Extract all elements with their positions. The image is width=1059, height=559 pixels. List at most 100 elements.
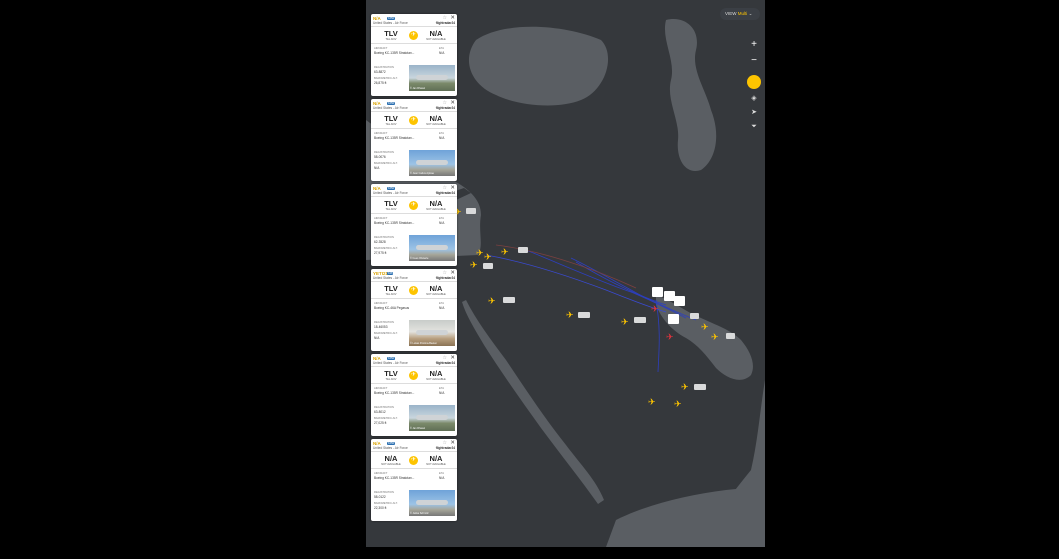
aircraft-value: Boeing KC-135R Stratotan... (374, 51, 415, 55)
route: TLV TEL AVIV ✈ N/A NOT AVAILABLE (371, 366, 457, 384)
aircraft-value: Boeing KC-135R Stratotan... (374, 476, 415, 480)
aircraft-label: AIRCRAFT (374, 47, 388, 50)
aircraft-icon[interactable]: ✈ (674, 400, 682, 410)
registration-label: REGISTRATION (374, 66, 394, 69)
flight-card[interactable]: N/A K35R United States - Air Force fligh… (371, 184, 457, 266)
photo-credit: © Jukka Schmitz (410, 512, 429, 515)
registration-value: 63-8872 (374, 70, 386, 74)
route: TLV TEL AVIV ✈ N/A NOT AVAILABLE (371, 196, 457, 214)
flight-card[interactable]: N/A K35R United States - Air Force fligh… (371, 354, 457, 436)
close-icon[interactable]: ✕ (450, 270, 455, 276)
flight-card[interactable]: N/A K35R United States - Air Force fligh… (371, 99, 457, 181)
flight-card[interactable]: N/A K35R United States - Air Force fligh… (371, 439, 457, 521)
navigation-icon[interactable]: ➤ (749, 108, 759, 118)
star-icon[interactable]: ☆ (443, 185, 447, 191)
aircraft-photo[interactable]: © Jukka Schmitz (409, 490, 455, 516)
aircraft-label: AIRCRAFT (374, 217, 388, 220)
aircraft-icon[interactable]: ✈ (566, 311, 574, 321)
registration-label: REGISTRATION (374, 406, 394, 409)
aircraft-value: Boeing KC-46A Pegasus (374, 306, 410, 310)
destination: N/A NOT AVAILABLE (426, 199, 446, 211)
aircraft-icon[interactable]: ✈ (470, 261, 478, 271)
aircraft-silhouette (416, 500, 448, 505)
star-icon[interactable]: ☆ (443, 270, 447, 276)
star-icon[interactable]: ☆ (443, 100, 447, 106)
aircraft-icon[interactable]: ✈ (621, 318, 629, 328)
close-icon[interactable]: ✕ (450, 355, 455, 361)
plane-arrow-icon: ✈ (409, 286, 418, 295)
brand-logo: flightradar24 (435, 446, 455, 450)
origin: TLV TEL AVIV (384, 284, 398, 296)
close-icon[interactable]: ✕ (450, 185, 455, 191)
aircraft-photo[interactable]: © Lukas Postma-Beelen (409, 320, 455, 346)
brand-logo: flightradar24 (435, 106, 455, 110)
altitude-label: BAROMETRIC ALT. (374, 247, 398, 250)
aircraft-value: Boeing KC-135R Stratotan... (374, 136, 415, 140)
destination: N/A NOT AVAILABLE (426, 29, 446, 41)
aircraft-photo[interactable]: © Jan Rhavel (409, 65, 455, 91)
layers-icon[interactable]: ◈ (749, 94, 759, 104)
view-label: VIEW (725, 11, 737, 16)
flight-card[interactable]: N/A K35R United States - Air Force fligh… (371, 14, 457, 96)
plane-arrow-icon: ✈ (409, 201, 418, 210)
aircraft-type-badge: K35R (387, 101, 396, 105)
eta-label: ETA (439, 387, 445, 390)
filter-icon[interactable]: ⏷ (749, 122, 759, 132)
close-icon[interactable]: ✕ (450, 15, 455, 21)
aircraft-type-badge: K35R (387, 16, 396, 20)
origin: N/A NOT AVAILABLE (381, 454, 401, 466)
eta-label: ETA (439, 47, 445, 50)
close-icon[interactable]: ✕ (450, 100, 455, 106)
aircraft-icon[interactable]: ✈ (476, 249, 484, 259)
star-icon[interactable]: ☆ (443, 440, 447, 446)
registration-value: 63-8012 (374, 410, 386, 414)
aircraft-label: AIRCRAFT (374, 302, 388, 305)
altitude-label: BAROMETRIC ALT. (374, 502, 398, 505)
altitude-value: 27,025 ft (374, 421, 387, 425)
route: TLV TEL AVIV ✈ N/A NOT AVAILABLE (371, 111, 457, 129)
flight-card[interactable]: YETI21 K46 United States - Air Force fli… (371, 269, 457, 351)
star-icon[interactable]: ☆ (443, 355, 447, 361)
aircraft-icon[interactable]: ✈ (488, 297, 496, 307)
photo-credit: © Jan Rhavel (410, 87, 426, 90)
aircraft-photo[interactable]: © Juan Carlos Apicae (409, 150, 455, 176)
zoom-out-button[interactable]: − (747, 54, 761, 68)
aircraft-icon[interactable]: ✈ (711, 333, 719, 343)
map-frame: ✈ ✈ ✈ ✈ ✈ ✈ ✈ ✈ ✈ ✈ ✈ ✈ ✈ ✈ ✈ N/A K35R U… (366, 0, 765, 547)
aircraft-value: Boeing KC-135R Stratotan... (374, 221, 415, 225)
operator: United States - Air Force (373, 276, 408, 280)
flight-card-header: N/A K35R United States - Air Force fligh… (373, 185, 455, 196)
aircraft-label: AIRCRAFT (374, 387, 388, 390)
operator: United States - Air Force (373, 106, 408, 110)
destination: N/A NOT AVAILABLE (426, 284, 446, 296)
aircraft-icon[interactable]: ✈ (701, 323, 709, 333)
weather-icon[interactable] (747, 75, 761, 89)
star-icon[interactable]: ☆ (443, 15, 447, 21)
route: TLV TEL AVIV ✈ N/A NOT AVAILABLE (371, 26, 457, 44)
photo-credit: © Jan Rhavel (410, 427, 426, 430)
registration-label: REGISTRATION (374, 321, 394, 324)
aircraft-icon[interactable]: ✈ (484, 253, 492, 263)
aircraft-type-badge: K35R (387, 441, 396, 445)
aircraft-icon[interactable]: ✈ (681, 383, 689, 393)
eta-label: ETA (439, 132, 445, 135)
aircraft-icon-selected[interactable]: ✈ (651, 305, 659, 315)
view-mode-button[interactable]: VIEW Multi ⌄ (720, 8, 760, 20)
eta-value: N/A (439, 391, 445, 395)
zoom-in-button[interactable]: + (747, 38, 761, 52)
brand-logo: flightradar24 (435, 191, 455, 195)
flight-card-header: N/A K35R United States - Air Force fligh… (373, 15, 455, 26)
aircraft-type-badge: K35R (387, 356, 396, 360)
route: N/A NOT AVAILABLE ✈ N/A NOT AVAILABLE (371, 451, 457, 469)
registration-label: REGISTRATION (374, 491, 394, 494)
aircraft-icon[interactable]: ✈ (648, 398, 656, 408)
flight-card-header: N/A K35R United States - Air Force fligh… (373, 100, 455, 111)
aircraft-photo[interactable]: © Jan Rhavel (409, 405, 455, 431)
destination: N/A NOT AVAILABLE (426, 114, 446, 126)
aircraft-silhouette (416, 75, 448, 80)
close-icon[interactable]: ✕ (450, 440, 455, 446)
aircraft-icon[interactable]: ✈ (501, 248, 509, 258)
eta-value: N/A (439, 51, 445, 55)
aircraft-icon-selected[interactable]: ✈ (666, 333, 674, 343)
aircraft-photo[interactable]: © Cees Olsnerie (409, 235, 455, 261)
